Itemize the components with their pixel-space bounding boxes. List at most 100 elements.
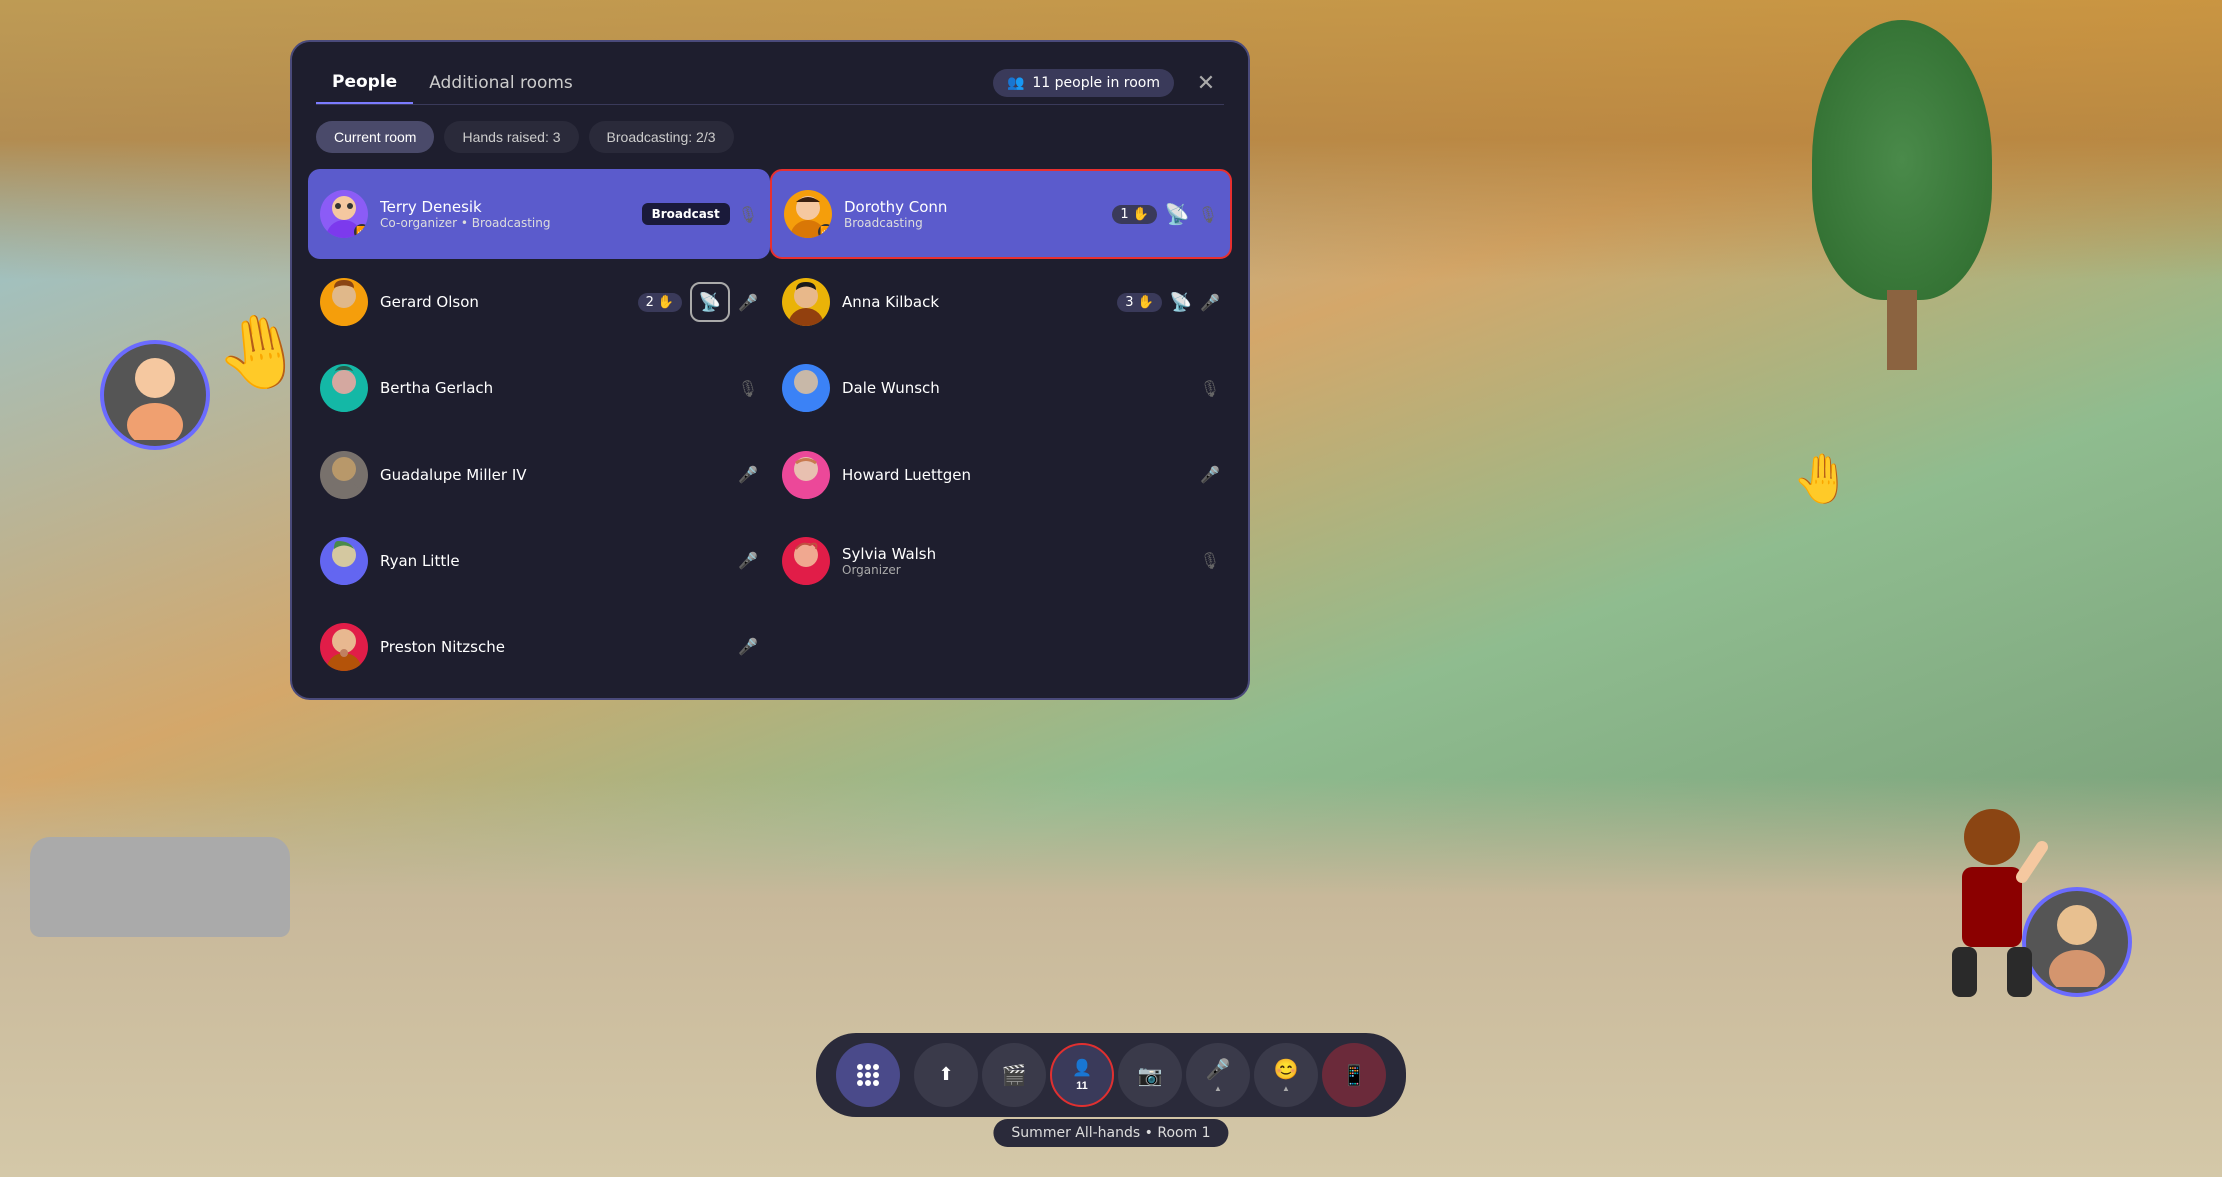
mic-icon-gerard: 🎤 xyxy=(738,293,758,312)
right-character xyxy=(1932,797,2052,997)
info-howard: Howard Luettgen xyxy=(842,466,1188,484)
avatar-dorothy: 📶 xyxy=(784,190,832,238)
actions-howard: 🎤 xyxy=(1200,465,1220,484)
person-row-anna[interactable]: Anna Kilback 3 ✋ 📡 🎤 xyxy=(770,259,1232,345)
mic-icon-dale: 🎙 xyxy=(1200,379,1220,398)
avatar-bertha xyxy=(320,364,368,412)
person-row-dorothy[interactable]: 📶 Dorothy Conn Broadcasting 1 ✋ 📡 🎙 xyxy=(770,169,1232,259)
room-label: Summer All-hands • Room 1 xyxy=(993,1119,1228,1147)
info-ryan: Ryan Little xyxy=(380,552,726,570)
mic-btn-icon: 🎤 xyxy=(1206,1057,1231,1082)
person-row-guadalupe[interactable]: Guadalupe Miller IV 🎤 xyxy=(308,431,770,517)
avatar-gerard xyxy=(320,278,368,326)
people-panel: People Additional rooms 👥 11 people in r… xyxy=(290,40,1250,700)
hand-emoji-dorothy: ✋ xyxy=(1133,207,1149,222)
actions-guadalupe: 🎤 xyxy=(738,465,758,484)
edge-avatar-left xyxy=(100,340,210,450)
person-row-sylvia[interactable]: Sylvia Walsh Organizer 🎙 xyxy=(770,518,1232,604)
photo-icon: 📷 xyxy=(1138,1063,1163,1088)
person-row-dale[interactable]: Dale Wunsch 🎙 xyxy=(770,345,1232,431)
filter-broadcasting[interactable]: Broadcasting: 2/3 xyxy=(589,121,734,153)
emoji-chevron: ▲ xyxy=(1282,1084,1290,1093)
actions-bertha: 🎙 xyxy=(738,379,758,398)
tab-people[interactable]: People xyxy=(316,62,413,105)
people-count-label: 11 people in room xyxy=(1032,75,1160,91)
name-guadalupe: Guadalupe Miller IV xyxy=(380,466,726,484)
people-count-badge: 👥 11 people in room xyxy=(993,69,1174,97)
filter-current-room[interactable]: Current room xyxy=(316,121,434,153)
info-terry: Terry Denesik Co-organizer • Broadcastin… xyxy=(380,198,630,230)
name-preston: Preston Nitzsche xyxy=(380,638,726,656)
tree xyxy=(1802,20,2002,370)
name-ryan: Ryan Little xyxy=(380,552,726,570)
person-row-gerard[interactable]: Gerard Olson 2 ✋ 📡 🎤 xyxy=(308,259,770,345)
info-anna: Anna Kilback xyxy=(842,293,1105,311)
info-dale: Dale Wunsch xyxy=(842,379,1188,397)
person-row-bertha[interactable]: Bertha Gerlach 🎙 xyxy=(308,345,770,431)
screen-button[interactable]: 📱 xyxy=(1322,1043,1386,1107)
avatar-ryan xyxy=(320,537,368,585)
empty-slot xyxy=(770,604,1232,690)
people-button[interactable]: 👤 11 xyxy=(1050,1043,1114,1107)
mic-icon-anna: 🎤 xyxy=(1200,293,1220,312)
role-terry: Co-organizer • Broadcasting xyxy=(380,216,630,230)
filter-hands-raised[interactable]: Hands raised: 3 xyxy=(444,121,578,153)
emoji-button[interactable]: 😊 ▲ xyxy=(1254,1043,1318,1107)
info-guadalupe: Guadalupe Miller IV xyxy=(380,466,726,484)
people-group-icon: 👥 xyxy=(1007,75,1024,91)
signal-dorothy: 📶 xyxy=(818,224,832,238)
avatar-preston xyxy=(320,623,368,671)
people-grid: 📶 Terry Denesik Co-organizer • Broadcast… xyxy=(292,161,1248,698)
photo-button[interactable]: 📷 xyxy=(1118,1043,1182,1107)
emoji-icon: 😊 xyxy=(1274,1057,1299,1082)
broadcast-btn-gerard[interactable]: 📡 xyxy=(690,282,730,322)
person-row-howard[interactable]: Howard Luettgen 🎤 xyxy=(770,431,1232,517)
mic-icon-howard: 🎤 xyxy=(1200,465,1220,484)
mic-button[interactable]: 🎤 ▲ xyxy=(1186,1043,1250,1107)
name-terry: Terry Denesik xyxy=(380,198,630,216)
screen-icon: 📱 xyxy=(1342,1063,1367,1088)
person-row-terry[interactable]: 📶 Terry Denesik Co-organizer • Broadcast… xyxy=(308,169,770,259)
panel-header: People Additional rooms 👥 11 people in r… xyxy=(292,42,1248,104)
mic-icon-preston: 🎤 xyxy=(738,637,758,656)
avatar-sylvia xyxy=(782,537,830,585)
signal-terry: 📶 xyxy=(354,224,368,238)
actions-dale: 🎙 xyxy=(1200,379,1220,398)
role-dorothy: Broadcasting xyxy=(844,216,1100,230)
camera-icon: 🎬 xyxy=(1002,1063,1027,1088)
info-bertha: Bertha Gerlach xyxy=(380,379,726,397)
person-row-ryan[interactable]: Ryan Little 🎤 xyxy=(308,518,770,604)
camera-button[interactable]: 🎬 xyxy=(982,1043,1046,1107)
name-sylvia: Sylvia Walsh xyxy=(842,545,1188,563)
mic-icon-dorothy: 🎙 xyxy=(1198,205,1218,224)
people-count: 11 xyxy=(1076,1080,1088,1092)
name-gerard: Gerard Olson xyxy=(380,293,626,311)
apps-button[interactable] xyxy=(836,1043,900,1107)
close-button[interactable]: ✕ xyxy=(1188,65,1224,101)
info-preston: Preston Nitzsche xyxy=(380,638,726,656)
mic-icon-terry: 🎙 xyxy=(738,205,758,224)
info-dorothy: Dorothy Conn Broadcasting xyxy=(844,198,1100,230)
hand-count-number-anna: 3 xyxy=(1125,295,1133,310)
tab-additional-rooms[interactable]: Additional rooms xyxy=(413,63,589,105)
name-anna: Anna Kilback xyxy=(842,293,1105,311)
name-bertha: Bertha Gerlach xyxy=(380,379,726,397)
share-button[interactable]: ⬆ xyxy=(914,1043,978,1107)
hand-count-anna: 3 ✋ xyxy=(1117,293,1161,312)
role-sylvia: Organizer xyxy=(842,563,1188,577)
mic-icon-sylvia: 🎙 xyxy=(1200,551,1220,570)
sofa xyxy=(30,837,290,937)
floor xyxy=(0,777,2222,1177)
person-row-preston[interactable]: Preston Nitzsche 🎤 xyxy=(308,604,770,690)
actions-preston: 🎤 xyxy=(738,637,758,656)
avatar-anna xyxy=(782,278,830,326)
hand-count-gerard: 2 ✋ xyxy=(638,293,682,312)
name-dale: Dale Wunsch xyxy=(842,379,1188,397)
actions-anna: 3 ✋ 📡 🎤 xyxy=(1117,292,1220,313)
info-sylvia: Sylvia Walsh Organizer xyxy=(842,545,1188,577)
share-icon: ⬆ xyxy=(938,1064,953,1085)
avatar-dale xyxy=(782,364,830,412)
hand-count-number-dorothy: 1 xyxy=(1120,207,1128,222)
name-howard: Howard Luettgen xyxy=(842,466,1188,484)
broadcast-badge-terry: Broadcast xyxy=(642,203,730,225)
